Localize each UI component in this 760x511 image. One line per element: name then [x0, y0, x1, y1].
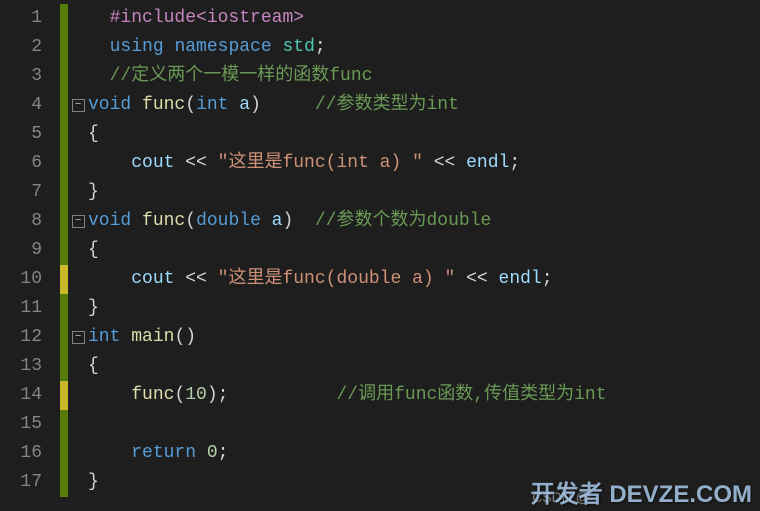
code-line: using namespace std;: [88, 33, 760, 62]
line-number: 16: [0, 439, 60, 468]
change-marker: [60, 91, 68, 120]
change-marker: [60, 381, 68, 410]
code-line: void func(double a) //参数个数为double: [88, 207, 760, 236]
fold-column: − − −: [68, 0, 88, 511]
line-number: 11: [0, 294, 60, 323]
code-editor: 1234567891011121314151617 −−− #include<i…: [0, 0, 760, 511]
code-line: cout << "这里是func(int a) " << endl;: [88, 149, 760, 178]
change-marker: [60, 236, 68, 265]
code-line: return 0;: [88, 439, 760, 468]
code-line: //定义两个一模一样的函数func: [88, 62, 760, 91]
fold-cell: [68, 149, 88, 178]
change-marker: [60, 178, 68, 207]
line-number: 5: [0, 120, 60, 149]
code-area[interactable]: #include<iostream> using namespace std; …: [88, 0, 760, 511]
fold-cell: −: [68, 323, 88, 352]
change-marker: [60, 149, 68, 178]
line-number-gutter: 1234567891011121314151617: [0, 0, 60, 511]
comment: //定义两个一模一样的函数func: [110, 66, 373, 86]
code-line: {: [88, 352, 760, 381]
fold-toggle[interactable]: −: [72, 215, 85, 228]
line-number: 2: [0, 33, 60, 62]
code-line: [88, 410, 760, 439]
line-number: 1: [0, 4, 60, 33]
line-number: 9: [0, 236, 60, 265]
fold-toggle[interactable]: −: [72, 331, 85, 344]
fold-cell: [68, 410, 88, 439]
code-line: {: [88, 120, 760, 149]
code-line: }: [88, 178, 760, 207]
fold-cell: [68, 120, 88, 149]
comment: //参数个数为double: [315, 211, 491, 231]
fold-cell: [68, 236, 88, 265]
change-marker: [60, 294, 68, 323]
fold-cell: [68, 4, 88, 33]
fold-cell: [68, 294, 88, 323]
change-marker: [60, 120, 68, 149]
fold-toggle[interactable]: −: [72, 99, 85, 112]
fold-cell: [68, 62, 88, 91]
change-marker-column: [60, 0, 68, 511]
fold-cell: [68, 352, 88, 381]
code-line: cout << "这里是func(double a) " << endl;: [88, 265, 760, 294]
comment: //参数类型为int: [315, 95, 459, 115]
code-line: #include<iostream>: [88, 4, 760, 33]
code-line: func(10); //调用func函数,传值类型为int: [88, 381, 760, 410]
line-number: 10: [0, 265, 60, 294]
fold-cell: −: [68, 91, 88, 120]
change-marker: [60, 323, 68, 352]
change-marker: [60, 352, 68, 381]
line-number: 12: [0, 323, 60, 352]
fold-cell: [68, 178, 88, 207]
fold-cell: [68, 33, 88, 62]
change-marker: [60, 439, 68, 468]
change-marker: [60, 4, 68, 33]
preprocessor: #include: [110, 8, 196, 28]
line-number: 14: [0, 381, 60, 410]
code-line: }: [88, 294, 760, 323]
code-line: void func(int a) //参数类型为int: [88, 91, 760, 120]
fold-cell: [68, 265, 88, 294]
change-marker: [60, 410, 68, 439]
change-marker: [60, 265, 68, 294]
watermark-devze: 开发者 DEVZE.COM: [531, 474, 752, 509]
line-number: 7: [0, 178, 60, 207]
fold-cell: [68, 381, 88, 410]
code-line: {: [88, 236, 760, 265]
line-number: 13: [0, 352, 60, 381]
line-number: 3: [0, 62, 60, 91]
change-marker: [60, 207, 68, 236]
line-number: 17: [0, 468, 60, 497]
line-number: 8: [0, 207, 60, 236]
code-line: int main(): [88, 323, 760, 352]
comment: //调用func函数,传值类型为int: [337, 385, 607, 405]
line-number: 15: [0, 410, 60, 439]
fold-cell: −: [68, 207, 88, 236]
change-marker: [60, 468, 68, 497]
fold-cell: [68, 468, 88, 497]
string-literal: "这里是func(int a) ": [218, 153, 423, 173]
change-marker: [60, 33, 68, 62]
line-number: 6: [0, 149, 60, 178]
fold-cell: [68, 439, 88, 468]
change-marker: [60, 62, 68, 91]
string-literal: "这里是func(double a) ": [218, 269, 456, 289]
line-number: 4: [0, 91, 60, 120]
